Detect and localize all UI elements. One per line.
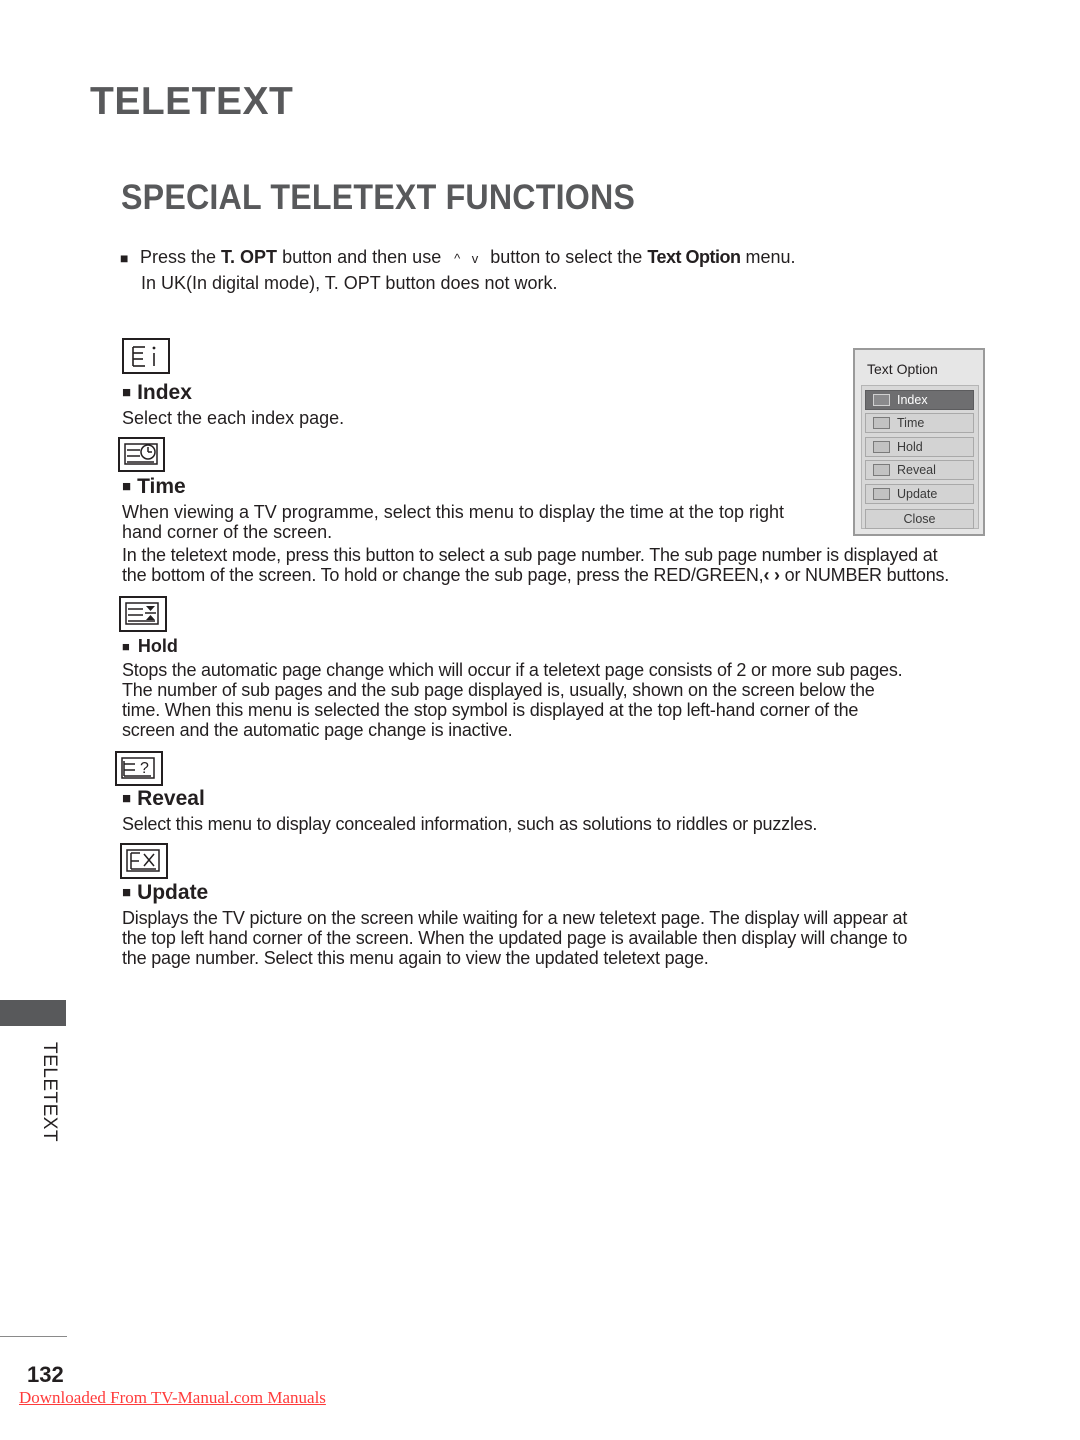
text-option-menu: Index Time Hold Reveal Update Close (861, 385, 979, 529)
update-heading: ■ Update (122, 881, 209, 904)
intro-text-part: menu. (740, 247, 796, 267)
reveal-heading: ■ Reveal (122, 787, 205, 810)
hold-icon (119, 596, 167, 632)
update-text-line: the page number. Select this menu again … (122, 948, 709, 968)
update-title: Update (137, 881, 209, 904)
reveal-description: Select this menu to display concealed in… (122, 814, 818, 834)
hold-text-line: Stops the automatic page change which wi… (122, 660, 903, 680)
close-button[interactable]: Close (865, 509, 974, 529)
left-right-arrow-icon: ‹ › (763, 565, 780, 585)
reveal-title: Reveal (137, 787, 205, 810)
time-title: Time (137, 475, 186, 498)
menu-item-time[interactable]: Time (865, 413, 974, 433)
hold-description: Stops the automatic page change which wi… (122, 660, 903, 740)
hold-text-line: time. When this menu is selected the sto… (122, 700, 859, 720)
time-text-line: or NUMBER buttons. (779, 565, 950, 585)
text-option-title: Text Option (867, 361, 938, 377)
time-text-line: hand corner of the screen. (122, 522, 333, 542)
update-icon (120, 843, 168, 879)
time-heading: ■ Time (122, 475, 186, 498)
section-title: SPECIAL TELETEXT FUNCTIONS (121, 178, 636, 217)
chapter-title: TELETEXT (90, 80, 294, 123)
intro-line-1: ■ Press the T. OPT button and then use ^ … (120, 245, 796, 271)
intro-text-part: button to select the (490, 247, 648, 267)
time-text-line: In the teletext mode, press this button … (122, 545, 938, 565)
index-description: Select the each index page. (122, 408, 345, 428)
svg-text:?: ? (140, 760, 149, 777)
menu-item-label: Reveal (897, 463, 936, 477)
time-text-line: When viewing a TV programme, select this… (122, 502, 784, 522)
update-icon (873, 488, 890, 500)
time-text-line: the bottom of the screen. To hold or cha… (122, 565, 764, 585)
reveal-icon: ? (115, 751, 163, 786)
hold-icon (873, 441, 890, 453)
index-heading: ■ Index (122, 381, 192, 404)
text-option-label: Text Option (647, 247, 741, 267)
footer-divider (0, 1336, 67, 1337)
intro-text-part: button and then use (277, 247, 447, 267)
menu-item-update[interactable]: Update (865, 484, 974, 504)
download-link[interactable]: Downloaded From TV-Manual.com Manuals (19, 1388, 326, 1408)
update-description: Displays the TV picture on the screen wh… (122, 908, 907, 968)
hold-heading: ■ Hold (122, 636, 178, 656)
hold-text-line: The number of sub pages and the sub page… (122, 680, 875, 700)
hold-title: Hold (137, 636, 178, 656)
index-title: Index (137, 381, 192, 404)
t-opt-label: T. OPT (221, 247, 278, 267)
reveal-icon (873, 464, 890, 476)
menu-item-label: Time (897, 416, 925, 430)
index-icon (122, 338, 170, 374)
menu-item-label: Update (897, 487, 938, 501)
update-text-line: Displays the TV picture on the screen wh… (122, 908, 908, 928)
up-down-arrow-icon: ^ v (454, 251, 483, 266)
intro-text-part: Press the (140, 247, 222, 267)
menu-item-label: Index (897, 393, 928, 407)
update-text-line: the top left hand corner of the screen. … (122, 928, 908, 948)
intro-line-2: In UK(In digital mode), T. OPT button do… (141, 273, 558, 293)
time-icon (118, 437, 165, 472)
time-icon (873, 417, 890, 429)
menu-item-reveal[interactable]: Reveal (865, 460, 974, 480)
intro-text: ■ Press the T. OPT button and then use ^ … (120, 245, 796, 295)
page-number: 132 (27, 1362, 64, 1387)
time-description: When viewing a TV programme, select this… (122, 502, 784, 542)
text-option-panel: Text Option Index Time Hold Reveal Updat… (853, 348, 985, 536)
menu-item-hold[interactable]: Hold (865, 437, 974, 457)
time-subpage-description: In the teletext mode, press this button … (122, 545, 949, 585)
hold-text-line: screen and the automatic page change is … (122, 720, 513, 740)
chapter-side-tab (0, 1000, 66, 1026)
bullet-icon: ■ (120, 250, 129, 266)
menu-item-index[interactable]: Index (865, 390, 974, 410)
index-icon (873, 394, 890, 406)
menu-item-label: Hold (897, 440, 923, 454)
side-tab-label: TELETEXT (39, 1042, 60, 1143)
